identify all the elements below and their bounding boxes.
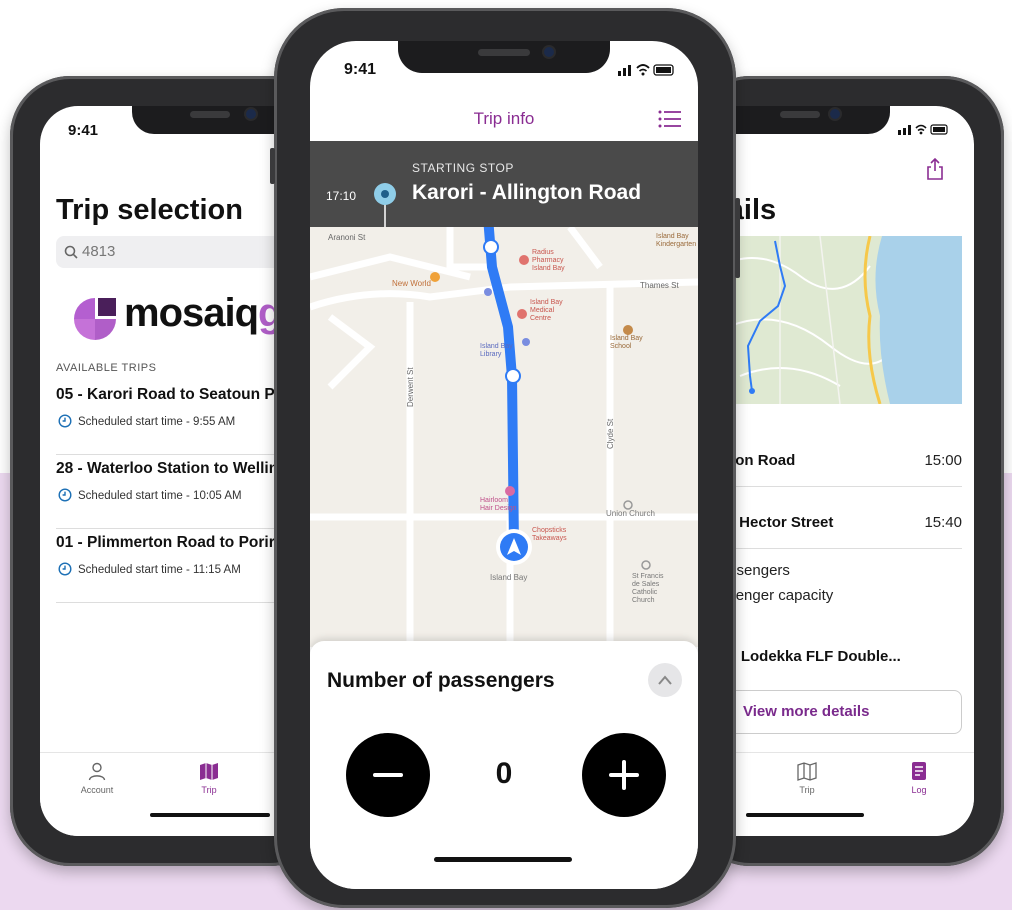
starting-stop-banner: 17:10 STARTING STOP Karori - Allington R… bbox=[310, 141, 698, 231]
trip-selection-screen: 9:41 Trip selection 4813 mosaiqg AVAILAB… bbox=[40, 106, 300, 836]
side-button bbox=[270, 148, 275, 184]
side-button bbox=[735, 198, 740, 278]
map-label-pharmacy: Radius Pharmacy Island Bay bbox=[532, 249, 565, 272]
map-icon bbox=[200, 763, 218, 780]
log-icon bbox=[912, 762, 926, 780]
page-title: Trip selection bbox=[56, 194, 243, 226]
trip-details-screen: etails G STOP - Allington Road 15:00 TOP… bbox=[720, 106, 974, 836]
tab-trip[interactable]: Trip bbox=[772, 761, 842, 795]
trip-item[interactable]: 01 - Plimmerton Road to Poriru Scheduled… bbox=[56, 528, 300, 603]
tab-log-label: Log bbox=[911, 785, 927, 795]
map-label-aranoni: Aranoni St bbox=[328, 233, 366, 242]
tab-bar: Account Trip bbox=[40, 752, 300, 836]
trip-title: 28 - Waterloo Station to Welling bbox=[56, 460, 288, 477]
trip-title: 05 - Karori Road to Seatoun Pa bbox=[56, 386, 284, 403]
trip-info-screen: 9:41 Trip info 17:10 STARTING STOP Karor… bbox=[310, 41, 698, 889]
logo-text: mosaiq bbox=[124, 291, 259, 335]
map-label-union-church: Union Church bbox=[606, 509, 655, 518]
speaker bbox=[190, 111, 230, 118]
route-map-thumbnail[interactable] bbox=[720, 236, 962, 404]
sheet-title: Number of passengers bbox=[327, 669, 555, 692]
map-label-thames: Thames St bbox=[640, 281, 679, 290]
chevron-up-icon bbox=[658, 675, 672, 685]
speaker bbox=[780, 111, 820, 118]
map-label-library: Island Bay Library bbox=[480, 343, 513, 358]
camera bbox=[246, 109, 256, 119]
speaker bbox=[478, 49, 530, 56]
starting-stop-label: STARTING STOP bbox=[412, 161, 514, 175]
trip-scheduled-time: Scheduled start time - 11:15 AM bbox=[78, 564, 241, 576]
notch bbox=[398, 41, 610, 73]
starting-stop-name: Karori - Allington Road bbox=[412, 181, 642, 204]
map-label-st-francis: St Francis de Sales Catholic Church bbox=[632, 573, 664, 604]
clock-icon bbox=[58, 488, 72, 502]
tab-trip[interactable]: Trip bbox=[174, 761, 244, 795]
home-indicator bbox=[746, 813, 864, 817]
camera bbox=[830, 109, 840, 119]
trip-title: 01 - Plimmerton Road to Poriru bbox=[56, 534, 285, 551]
search-icon bbox=[64, 245, 78, 259]
trip-item[interactable]: 05 - Karori Road to Seatoun Pa Scheduled… bbox=[56, 380, 300, 455]
available-trips-label: AVAILABLE TRIPS bbox=[56, 362, 157, 374]
route-map-graphic bbox=[720, 236, 962, 404]
share-icon[interactable] bbox=[926, 158, 944, 180]
clock-icon bbox=[58, 414, 72, 428]
map-label-new-world: New World bbox=[392, 279, 431, 288]
plus-icon bbox=[609, 760, 639, 790]
map-label-clyde: Clyde St bbox=[606, 418, 615, 449]
right-phone: etails G STOP - Allington Road 15:00 TOP… bbox=[690, 76, 1004, 866]
map-label-island-bay: Island Bay bbox=[490, 573, 528, 582]
trip-scheduled-time: Scheduled start time - 9:55 AM bbox=[78, 416, 236, 428]
center-phone: 9:41 Trip info 17:10 STARTING STOP Karor… bbox=[270, 8, 740, 908]
home-indicator bbox=[434, 857, 572, 862]
search-value: 4813 bbox=[82, 243, 116, 260]
map-label-hairloom: Hairloom Hair Design bbox=[480, 497, 517, 512]
tab-account[interactable]: Account bbox=[62, 761, 132, 795]
status-time: 9:41 bbox=[344, 61, 377, 78]
map-icon bbox=[797, 762, 817, 781]
mosaiq-logo-icon bbox=[74, 298, 116, 340]
person-icon bbox=[88, 762, 106, 781]
starting-stop-time: 15:00 bbox=[924, 452, 962, 469]
map-label-school: Island Bay School bbox=[610, 335, 643, 350]
home-indicator bbox=[150, 813, 270, 817]
stop-time: 17:10 bbox=[326, 189, 357, 203]
ending-stop-time: 15:40 bbox=[924, 514, 962, 531]
map-label-medical: Island Bay Medical Centre bbox=[530, 299, 563, 322]
map-label-chopsticks: Chopsticks Takeaways bbox=[532, 527, 567, 542]
tab-trip-label: Trip bbox=[799, 785, 815, 795]
notch bbox=[720, 106, 890, 134]
nav-title: Trip info bbox=[473, 109, 535, 128]
tab-trip-label: Trip bbox=[201, 785, 217, 795]
map-label-kindergarten: Island Bay Kindergarten bbox=[656, 233, 697, 248]
tab-log[interactable]: Log bbox=[884, 761, 954, 795]
trip-item[interactable]: 28 - Waterloo Station to Welling Schedul… bbox=[56, 454, 300, 529]
status-icons bbox=[898, 124, 948, 135]
camera bbox=[544, 47, 554, 57]
search-input[interactable]: 4813 bbox=[56, 236, 300, 268]
trip-scheduled-time: Scheduled start time - 10:05 AM bbox=[78, 490, 242, 502]
location-pin-icon bbox=[374, 183, 396, 231]
view-more-details-button[interactable]: View more details bbox=[720, 690, 962, 734]
mosaiq-logo-text: mosaiqg bbox=[124, 291, 283, 336]
map-label-derwent: Derwent St bbox=[406, 367, 415, 407]
increment-button[interactable] bbox=[582, 733, 666, 817]
tab-account-label: Account bbox=[80, 785, 114, 795]
route-map[interactable]: Aranoni St New World Radius Pharmacy Isl… bbox=[310, 227, 698, 647]
collapse-button[interactable] bbox=[648, 663, 682, 697]
status-icons bbox=[618, 64, 674, 76]
view-more-label: View more details bbox=[743, 703, 870, 720]
passengers-sheet: Number of passengers 0 bbox=[310, 641, 698, 889]
status-time: 9:41 bbox=[68, 122, 99, 139]
tab-bar: Trip Log bbox=[720, 752, 974, 836]
clock-icon bbox=[58, 562, 72, 576]
list-menu-icon[interactable] bbox=[658, 109, 682, 129]
